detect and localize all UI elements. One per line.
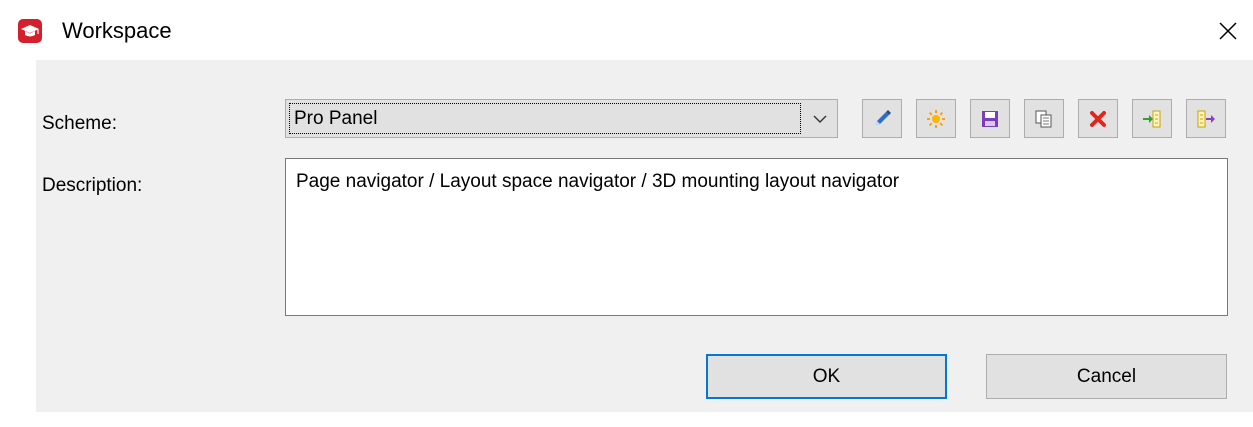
close-button[interactable] [1210, 14, 1246, 48]
copy-button[interactable] [1024, 99, 1064, 138]
close-icon [1219, 22, 1237, 40]
chevron-down-icon[interactable] [809, 108, 831, 130]
scheme-selected-value: Pro Panel [294, 108, 378, 129]
title-bar: Workspace [0, 0, 1253, 60]
scheme-dropdown[interactable]: Pro Panel [285, 99, 838, 138]
graduation-cap-icon [18, 19, 42, 43]
edit-button[interactable] [862, 99, 902, 138]
scheme-label: Scheme: [42, 113, 117, 134]
scheme-focus-rect: Pro Panel [289, 103, 801, 134]
floppy-disk-icon [982, 110, 998, 127]
export-icon [1197, 110, 1215, 127]
import-button[interactable] [1132, 99, 1172, 138]
description-text: Page navigator / Layout space navigator … [296, 171, 900, 192]
new-button[interactable] [916, 99, 956, 138]
ok-button[interactable]: OK [706, 354, 947, 399]
save-button[interactable] [970, 99, 1010, 138]
copy-icon [1035, 110, 1052, 127]
cancel-button[interactable]: Cancel [986, 354, 1227, 399]
red-x-icon [1090, 110, 1106, 127]
import-icon [1143, 110, 1161, 127]
export-button[interactable] [1186, 99, 1226, 138]
dialog-content: Scheme: Pro Panel Description: Page navi… [36, 60, 1253, 412]
workspace-dialog: Workspace Scheme: Pro Panel Description:… [0, 0, 1253, 427]
description-label: Description: [42, 175, 143, 196]
pencil-icon [876, 109, 891, 125]
description-textarea[interactable]: Page navigator / Layout space navigator … [285, 158, 1228, 316]
sun-icon [927, 109, 945, 128]
window-title: Workspace [62, 18, 172, 43]
delete-button[interactable] [1078, 99, 1118, 138]
